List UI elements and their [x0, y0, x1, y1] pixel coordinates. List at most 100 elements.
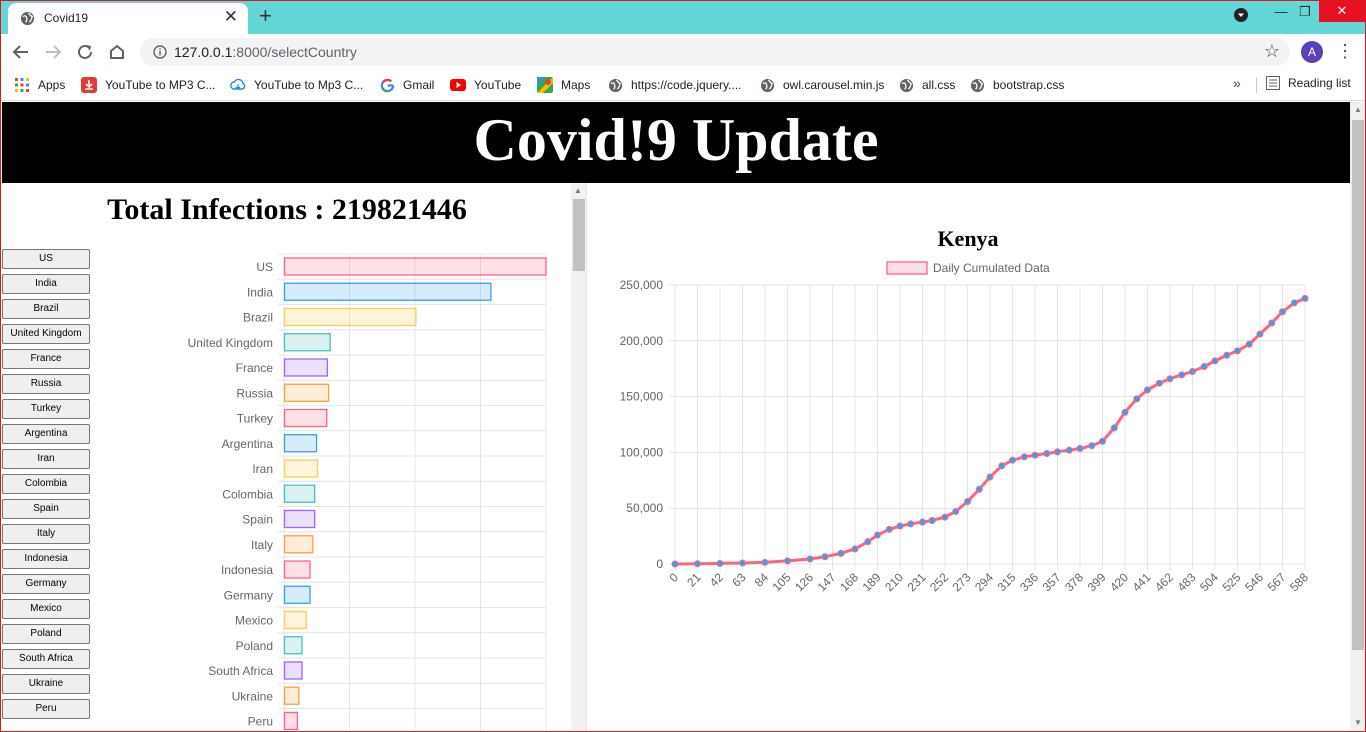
browser-menu-icon[interactable]: ⋮ — [1336, 42, 1354, 60]
globe-icon — [759, 77, 775, 93]
data-point — [1301, 294, 1309, 302]
x-tick-label: 105 — [770, 570, 794, 594]
bookmark-label: YouTube to Mp3 C... — [254, 78, 364, 92]
legend-swatch — [886, 261, 928, 275]
reading-list-icon — [1266, 76, 1280, 90]
legend-label: Daily Cumulated Data — [933, 261, 1050, 275]
download-icon — [81, 77, 97, 93]
bar — [283, 459, 319, 478]
x-tick-label: 525 — [1220, 570, 1244, 594]
reload-icon[interactable] — [72, 39, 98, 65]
data-point — [1088, 442, 1096, 450]
address-bar[interactable]: 127.0.0.1:8000/selectCountry ☆ — [140, 38, 1290, 66]
pane-divider — [586, 183, 587, 730]
x-tick-label: 462 — [1152, 570, 1176, 594]
y-tick-label: 100,000 — [620, 445, 664, 459]
page-scrollbar[interactable]: ▲ ▼ — [1350, 102, 1366, 730]
bookmark-apps[interactable]: Apps — [14, 76, 65, 94]
data-point — [1211, 357, 1219, 365]
data-point — [837, 549, 845, 557]
left-pane-scrollbar[interactable]: ▲ — [571, 183, 586, 730]
bookmark-owl-carousel[interactable]: owl.carousel.min.js — [759, 76, 884, 94]
maximize-icon[interactable]: ❐ — [1290, 0, 1320, 26]
data-point — [919, 518, 926, 526]
bar-category-label: Germany — [224, 588, 273, 602]
x-tick-label: 273 — [950, 570, 974, 594]
apps-grid-icon — [14, 77, 30, 93]
bookmark-all-css[interactable]: all.css — [898, 76, 955, 94]
more-bookmarks-icon[interactable]: » — [1233, 75, 1241, 91]
bookmark-jquery[interactable]: https://code.jquery.... — [607, 76, 742, 94]
bookmark-star-icon[interactable]: ☆ — [1264, 41, 1280, 62]
bar-category-label: Brazil — [243, 311, 273, 325]
data-point — [1121, 408, 1129, 416]
y-tick-label: 250,000 — [620, 278, 664, 292]
bookmark-label: bootstrap.css — [993, 78, 1065, 92]
bar — [283, 509, 316, 529]
bar-category-label: Argentina — [222, 437, 274, 451]
x-tick-label: 21 — [684, 570, 704, 590]
data-point — [1223, 351, 1231, 359]
bookmark-bootstrap-css[interactable]: bootstrap.css — [969, 76, 1064, 94]
data-point — [1166, 375, 1174, 383]
data-point — [885, 525, 893, 533]
bookmark-youtube-mp3-1[interactable]: YouTube to MP3 C... — [81, 76, 216, 94]
profile-dropdown-icon[interactable] — [1230, 6, 1252, 32]
page-scrollbar-thumb[interactable] — [1352, 120, 1364, 650]
left-pane: Total Infections : 219821446 US India Braz… — [2, 183, 572, 730]
y-tick-label: 50,000 — [626, 501, 663, 515]
data-point — [784, 557, 791, 565]
data-point — [928, 516, 936, 524]
bar-category-label: France — [236, 361, 274, 375]
bookmark-label: owl.carousel.min.js — [783, 78, 885, 92]
kenya-line-chart: KenyaDaily Cumulated Data0 21 42 63 84105126… — [620, 226, 1312, 594]
bar-category-label: United Kingdom — [188, 336, 273, 350]
reading-list-button[interactable]: Reading list — [1266, 76, 1351, 90]
x-tick-label: 504 — [1197, 570, 1221, 594]
bar — [283, 535, 314, 554]
bar — [283, 686, 300, 705]
data-point — [694, 560, 701, 568]
close-window-icon[interactable]: ✕ — [1319, 0, 1365, 22]
bar — [283, 560, 311, 579]
data-point — [1076, 444, 1084, 452]
site-info-icon[interactable] — [153, 45, 167, 64]
page-header: Covid!9 Update — [2, 102, 1350, 183]
x-tick-label: 42 — [707, 570, 727, 590]
scroll-up-arrow-icon[interactable]: ▲ — [574, 186, 582, 195]
url-text: 127.0.0.1:8000/selectCountry — [174, 44, 357, 60]
scroll-down-arrow-icon[interactable]: ▼ — [1354, 718, 1362, 727]
scrollbar-thumb[interactable] — [573, 199, 585, 271]
data-point — [1065, 446, 1073, 454]
bar-category-label: Mexico — [235, 614, 273, 628]
y-tick-label: 0 — [656, 557, 663, 571]
cloud-download-icon — [230, 77, 246, 93]
bookmark-label: YouTube — [474, 78, 522, 92]
bookmark-gmail[interactable]: Gmail — [379, 76, 434, 94]
data-point — [739, 559, 746, 567]
bookmark-maps[interactable]: Maps — [537, 76, 590, 94]
url-path: :8000/selectCountry — [232, 44, 357, 60]
close-tab-icon[interactable]: ✕ — [224, 8, 238, 26]
bar — [283, 484, 316, 503]
data-point — [986, 473, 994, 481]
home-icon[interactable] — [104, 39, 130, 65]
bookmark-label: https://code.jquery.... — [631, 78, 742, 92]
x-tick-label: 63 — [729, 570, 749, 590]
bar-category-label: Colombia — [222, 487, 273, 501]
bookmark-label: Apps — [38, 78, 66, 92]
data-point — [1256, 330, 1264, 338]
forward-icon[interactable] — [40, 39, 66, 65]
bar — [283, 661, 303, 680]
bookmark-youtube-mp3-2[interactable]: YouTube to Mp3 C... — [230, 76, 363, 94]
bookmark-youtube[interactable]: YouTube — [450, 76, 521, 94]
new-tab-button[interactable]: + — [259, 3, 272, 29]
y-tick-label: 200,000 — [620, 334, 664, 348]
data-point — [716, 559, 724, 567]
scroll-up-arrow-icon[interactable]: ▲ — [1354, 105, 1362, 114]
profile-avatar[interactable]: A — [1301, 41, 1323, 63]
bar-category-label: Turkey — [237, 412, 273, 426]
back-icon[interactable] — [8, 39, 34, 65]
globe-icon — [607, 77, 623, 93]
browser-tab[interactable]: Covid19 ✕ — [8, 3, 248, 34]
